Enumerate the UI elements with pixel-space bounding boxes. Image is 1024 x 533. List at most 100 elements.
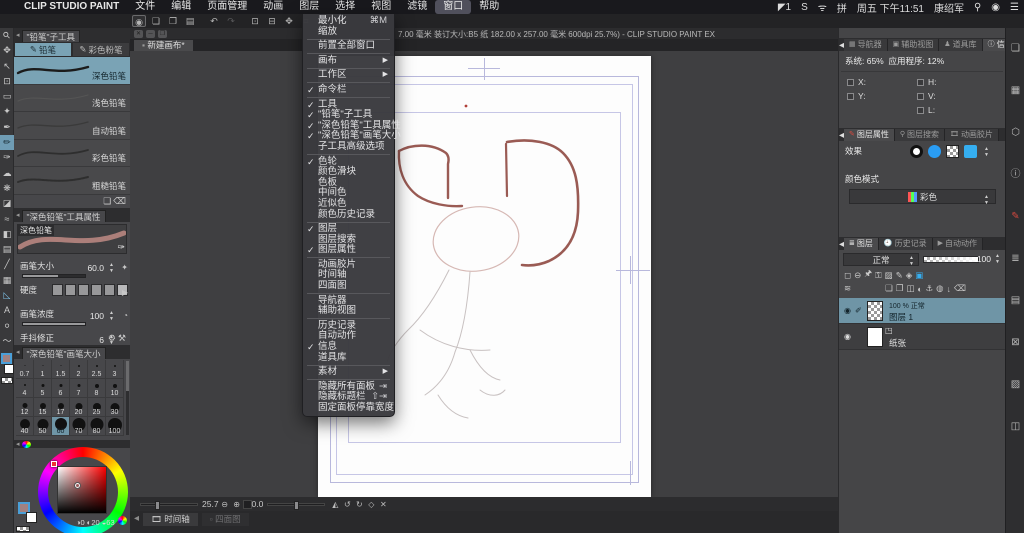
menu-view[interactable]: 视图 (363, 0, 399, 14)
scrollbar[interactable] (126, 361, 129, 435)
size-cell[interactable]: 10 (106, 379, 124, 398)
subtool-item-color-pencil[interactable]: 彩色铅笔 (14, 140, 130, 168)
size-cell[interactable]: 25 (88, 398, 106, 417)
reset-view-icon[interactable]: ✕ (377, 500, 389, 509)
pen-tool-icon[interactable]: ✒ (0, 120, 14, 135)
tab-all-sides-view[interactable]: ▫ 四面图 (202, 513, 249, 526)
checkbox-icon[interactable] (917, 107, 924, 114)
transparent-color-swatch[interactable] (1, 377, 13, 384)
menu-layer[interactable]: 图层 (291, 0, 327, 14)
menu-item-layer-property[interactable]: 图层属性 (303, 245, 394, 256)
line-correct-tool-icon[interactable]: 〜 (0, 334, 14, 349)
delete-subtool-icon[interactable]: ⌫ (113, 196, 128, 206)
information-strip-icon[interactable]: ⓘ (1006, 154, 1024, 196)
menu-edit[interactable]: 编辑 (163, 0, 199, 14)
layer-property-strip-icon[interactable]: ✎ (1006, 196, 1024, 238)
save-icon[interactable]: ▤ (183, 15, 197, 27)
menu-item-subview[interactable]: 辅助视图 (303, 306, 394, 317)
size-cell[interactable]: 100 (106, 417, 124, 436)
menu-item-color-slider[interactable]: 颜色滑块 (303, 167, 394, 178)
brush-edit-icon[interactable]: ✑ (117, 242, 125, 253)
object-tool-icon[interactable]: ⊡ (0, 74, 14, 89)
deselect-icon[interactable]: ⊡ (248, 15, 262, 27)
menu-item-minimize[interactable]: 最小化⌘M (303, 16, 394, 27)
menu-item-intermediate-color[interactable]: 中间色 (303, 188, 394, 199)
snap-hand-icon[interactable]: ✥ (282, 15, 296, 27)
small-color-wheel-icon[interactable] (118, 516, 127, 525)
subtool-item-dark-pencil[interactable]: 深色铅笔 (14, 57, 130, 85)
size-cell[interactable]: 3 (106, 360, 124, 379)
size-cell[interactable]: 20 (70, 398, 88, 417)
tab-history[interactable]: 🕘历史记录 (879, 238, 933, 250)
frame-border-tool-icon[interactable]: ▦ (0, 273, 14, 288)
subtool-tab-pencil[interactable]: ✎铅笔 (14, 42, 72, 57)
size-cell[interactable]: 15 (34, 398, 52, 417)
lock-icon[interactable]: ⚿ (875, 270, 881, 281)
size-cell[interactable]: 2.5 (88, 360, 106, 379)
visibility-eye-icon[interactable]: ◉ (844, 306, 851, 315)
pressure-dynamics-icon[interactable]: ✦ (121, 263, 128, 272)
mask-area-icon[interactable]: ◻ (844, 270, 851, 281)
apple-menu-icon[interactable] (0, 0, 16, 14)
document-tab[interactable]: ▪ 新建画布* (134, 40, 193, 51)
menu-window[interactable]: 窗口 (435, 0, 471, 14)
menu-item-color-set[interactable]: 色板 (303, 178, 394, 189)
menu-item-bring-all-front[interactable]: 前置全部窗口 (303, 41, 394, 52)
tab-item-bank[interactable]: ♟道具库 (939, 39, 982, 51)
menu-item-animation-cels[interactable]: 动画胶片 (303, 260, 394, 271)
blend-mode-select[interactable]: 正常 ▲▼ (843, 253, 919, 266)
operation-tool-icon[interactable]: ↖ (0, 59, 14, 74)
menubar-user[interactable]: 康绍军 (929, 0, 969, 15)
tab-subview[interactable]: ▣辅助视图 (888, 39, 940, 51)
selection-tool-icon[interactable]: ▭ (0, 89, 14, 104)
rotate-reset-icon[interactable]: ◭ (329, 500, 341, 509)
rotate-left-icon[interactable]: ↺ (341, 500, 353, 509)
gradient-tool-icon[interactable]: ▤ (0, 242, 14, 257)
text-tool-icon[interactable]: A (0, 303, 14, 318)
tab-navigator[interactable]: ▦导航器 (844, 39, 888, 51)
color-wheel-tab-icon[interactable] (22, 441, 31, 448)
size-cell[interactable]: 50 (34, 417, 52, 436)
menu-select[interactable]: 选择 (327, 0, 363, 14)
wheel-transparent-swatch[interactable] (16, 526, 30, 532)
wrench-icon[interactable]: ⚒ (118, 333, 128, 343)
blend-mode-stepper[interactable]: ▲▼ (907, 255, 916, 267)
ime-icon[interactable]: 拼 (832, 0, 852, 15)
clip-studio-eye-icon[interactable]: ◉ (132, 15, 146, 27)
size-cell[interactable]: 17 (52, 398, 70, 417)
quick-access-icon[interactable]: ▦ (1006, 70, 1024, 112)
ruler-tool-icon[interactable]: ◺ (0, 288, 14, 303)
s-status-icon[interactable]: S (796, 2, 813, 13)
border-effect-icon[interactable] (910, 145, 923, 158)
menu-file[interactable]: 文件 (127, 0, 163, 14)
wifi-icon[interactable]: ᯤ (813, 0, 832, 14)
size-cell[interactable]: 4 (16, 379, 34, 398)
new-subtool-icon[interactable]: ❏ (103, 196, 113, 206)
checkbox-icon[interactable] (917, 93, 924, 100)
menu-item-color-history[interactable]: 颜色历史记录 (303, 210, 394, 221)
tab-layer-search[interactable]: ⚲图层搜索 (895, 129, 945, 141)
airbrush-tool-icon[interactable]: ☁ (0, 166, 14, 181)
window-minimize-button[interactable]: ─ (146, 30, 155, 38)
menu-item-fix-panel-width[interactable]: 固定面板停靠宽度 (303, 403, 394, 414)
brush-size-slider[interactable] (22, 274, 86, 278)
subtool-item-light-pencil[interactable]: 浅色铅笔 (14, 85, 130, 113)
visibility-eye-icon[interactable]: ◉ (844, 332, 851, 341)
sv-square[interactable] (57, 466, 107, 514)
color-mode-stepper[interactable]: ▲▼ (982, 194, 991, 206)
panel-dock-icon[interactable]: ❏ (1006, 28, 1024, 70)
figure-tool-icon[interactable]: ╱ (0, 257, 14, 272)
settings-gear-icon[interactable]: ⚙ (108, 333, 118, 343)
redo-icon[interactable]: ↷ (224, 15, 238, 27)
wheel-background-swatch[interactable] (26, 512, 37, 523)
size-cell[interactable]: 7 (70, 379, 88, 398)
layer-color-effect-icon[interactable] (964, 145, 977, 158)
balloon-tool-icon[interactable]: ⚪ (0, 319, 14, 334)
delete-layer-icon[interactable]: ⌫ (954, 283, 966, 294)
size-cell[interactable]: 80 (88, 417, 106, 436)
checkbox-icon[interactable] (847, 93, 854, 100)
menu-item-subtool-detail[interactable]: 子工具高级选项 (303, 142, 394, 153)
panel-collapse-icon[interactable]: ◂ (16, 440, 20, 448)
menu-item-workspace[interactable]: 工作区▶ (303, 70, 394, 81)
tool-property-header[interactable]: ◂ "深色铅笔"工具属性 (14, 208, 130, 222)
